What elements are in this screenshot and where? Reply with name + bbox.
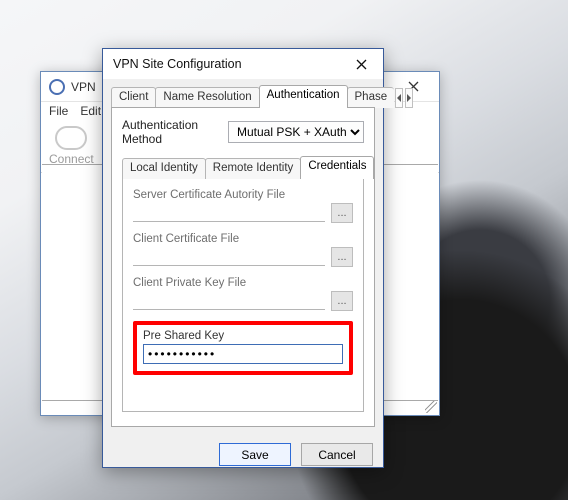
psk-label: Pre Shared Key	[143, 330, 343, 342]
tab-name-resolution[interactable]: Name Resolution	[155, 87, 259, 108]
server-ca-field: Server Certificate Autority File ...	[133, 189, 353, 223]
chevron-right-icon	[406, 94, 412, 102]
client-key-input	[133, 292, 325, 310]
client-cert-input	[133, 248, 325, 266]
client-key-browse-button[interactable]: ...	[331, 291, 353, 311]
dlg-body: Client Name Resolution Authentication Ph…	[103, 79, 383, 467]
subtab-credentials[interactable]: Credentials	[300, 156, 374, 179]
vpn-site-config-dialog: VPN Site Configuration Client Name Resol…	[102, 48, 384, 468]
client-key-label: Client Private Key File	[133, 277, 353, 289]
dlg-close-button[interactable]	[339, 49, 383, 79]
sub-tabstrip: Local Identity Remote Identity Credentia…	[122, 156, 364, 179]
subtab-local-identity[interactable]: Local Identity	[122, 158, 206, 179]
server-ca-input	[133, 204, 325, 222]
bg-menu-edit[interactable]: Edit	[80, 104, 101, 118]
tab-scroll-right[interactable]	[405, 88, 413, 108]
client-key-field: Client Private Key File ...	[133, 277, 353, 311]
auth-method-label: Authentication Method	[122, 118, 220, 146]
chevron-left-icon	[396, 94, 402, 102]
psk-highlight: Pre Shared Key	[133, 321, 353, 375]
auth-panel: Authentication Method Mutual PSK + XAuth…	[111, 107, 375, 427]
tab-client[interactable]: Client	[111, 87, 156, 108]
dlg-titlebar: VPN Site Configuration	[103, 49, 383, 79]
cancel-button[interactable]: Cancel	[301, 443, 373, 466]
psk-input[interactable]	[143, 344, 343, 364]
client-cert-field: Client Certificate File ...	[133, 233, 353, 267]
vpn-app-icon	[49, 79, 65, 95]
connect-icon	[55, 126, 87, 150]
tab-phase[interactable]: Phase	[347, 87, 395, 108]
close-icon	[356, 59, 367, 70]
dlg-title: VPN Site Configuration	[113, 57, 339, 71]
client-cert-browse-button[interactable]: ...	[331, 247, 353, 267]
server-ca-browse-button[interactable]: ...	[331, 203, 353, 223]
auth-method-row: Authentication Method Mutual PSK + XAuth	[122, 118, 364, 146]
auth-method-select[interactable]: Mutual PSK + XAuth	[228, 121, 364, 143]
dialog-buttons: Save Cancel	[111, 443, 375, 466]
tab-scroll-left[interactable]	[395, 88, 403, 108]
credentials-panel: Server Certificate Autority File ... Cli…	[122, 178, 364, 412]
subtab-remote-identity[interactable]: Remote Identity	[205, 158, 302, 179]
client-cert-label: Client Certificate File	[133, 233, 353, 245]
tab-authentication[interactable]: Authentication	[259, 85, 348, 108]
desktop-background: VPN File Edit Connect VPN Site Configura…	[0, 0, 568, 500]
save-button[interactable]: Save	[219, 443, 291, 466]
bg-menu-file[interactable]: File	[49, 104, 68, 118]
bg-resize-grip[interactable]	[425, 401, 437, 413]
bg-tool-connect[interactable]: Connect	[49, 126, 94, 166]
outer-tabstrip: Client Name Resolution Authentication Ph…	[111, 85, 375, 108]
server-ca-label: Server Certificate Autority File	[133, 189, 353, 201]
